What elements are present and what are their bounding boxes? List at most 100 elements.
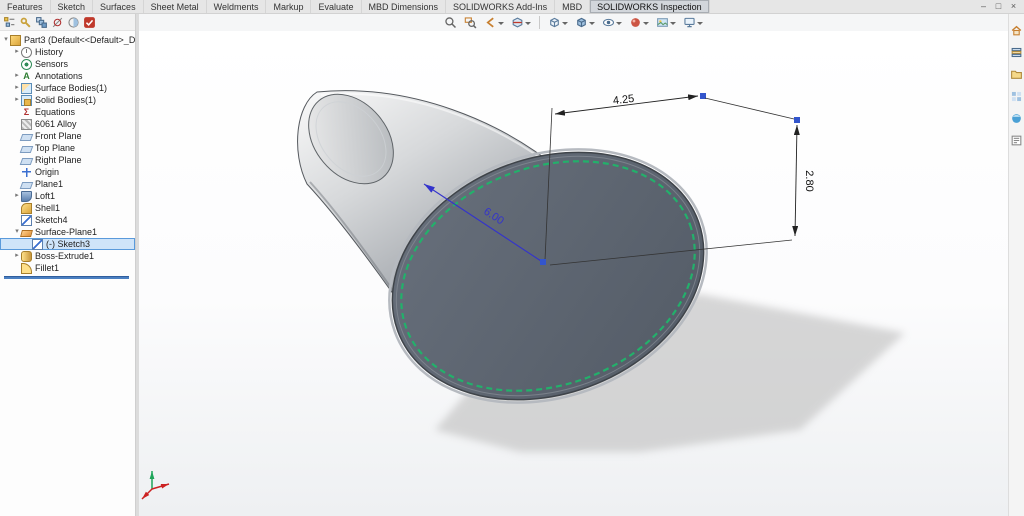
- view-orientation-icon: [548, 16, 561, 29]
- view-orientation-button[interactable]: [546, 15, 570, 30]
- task-pane-file-explorer[interactable]: [1010, 68, 1023, 81]
- dropdown-caret-icon[interactable]: [643, 22, 649, 28]
- tree-item-sketch3[interactable]: (-) Sketch3: [0, 238, 135, 250]
- zoom-to-fit-button[interactable]: [442, 15, 459, 30]
- dimension-height-text[interactable]: 2.80: [803, 170, 815, 191]
- expand-arrow-icon[interactable]: ▸: [13, 250, 21, 262]
- tree-item-history[interactable]: ▸History: [0, 46, 135, 58]
- expand-arrow-icon[interactable]: ▾: [2, 34, 10, 46]
- custom-properties-icon: [1010, 134, 1023, 147]
- tree-item-boss-extrude1[interactable]: ▸Boss-Extrude1: [0, 250, 135, 262]
- dropdown-caret-icon[interactable]: [562, 22, 568, 28]
- plane-icon: [20, 182, 34, 189]
- tab-mbd[interactable]: MBD: [555, 0, 590, 13]
- tree-item-top-plane[interactable]: Top Plane: [0, 142, 135, 154]
- hide-show-items-button[interactable]: [600, 15, 624, 30]
- tree-item-surface-bodies-1[interactable]: ▸Surface Bodies(1): [0, 82, 135, 94]
- feature-tree-panel: ▾Part3 (Default<<Default>_Display State …: [0, 31, 135, 516]
- panel-tab-inspection[interactable]: [83, 16, 96, 29]
- tree-item-right-plane[interactable]: Right Plane: [0, 154, 135, 166]
- tree-item-plane1[interactable]: Plane1: [0, 178, 135, 190]
- tab-sketch[interactable]: Sketch: [51, 0, 94, 13]
- command-tab-bar: FeaturesSketchSurfacesSheet MetalWeldmen…: [0, 0, 1024, 14]
- section-view-icon: [511, 16, 524, 29]
- panel-tab-configurationmanager[interactable]: [35, 16, 48, 29]
- tree-item-annotations[interactable]: ▸Annotations: [0, 70, 135, 82]
- viewport[interactable]: 4.25 2.80 6.00: [139, 31, 1008, 516]
- tree-item-label: Shell1: [35, 203, 60, 213]
- panel-tab-displaymanager[interactable]: [67, 16, 80, 29]
- tree-item-front-plane[interactable]: Front Plane: [0, 130, 135, 142]
- tree-item-surface-plane1[interactable]: ▾Surface-Plane1: [0, 226, 135, 238]
- panel-tab-propertymanager[interactable]: [19, 16, 32, 29]
- tree-item-origin[interactable]: Origin: [0, 166, 135, 178]
- task-pane-solidworks-resources[interactable]: [1010, 24, 1023, 37]
- tree-item-sensors[interactable]: Sensors: [0, 58, 135, 70]
- tree-item-equations[interactable]: Equations: [0, 106, 135, 118]
- expand-arrow-icon[interactable]: ▸: [13, 94, 21, 106]
- view-settings-button[interactable]: [681, 15, 705, 30]
- dropdown-caret-icon[interactable]: [589, 22, 595, 28]
- close-button[interactable]: ×: [1006, 0, 1021, 13]
- solid-folder-icon: [21, 95, 32, 106]
- zoom-to-area-icon: [464, 16, 477, 29]
- dropdown-caret-icon[interactable]: [697, 22, 703, 28]
- tab-mbd-dimensions[interactable]: MBD Dimensions: [362, 0, 447, 13]
- expand-arrow-icon[interactable]: ▸: [13, 190, 21, 202]
- inspection-icon: [83, 16, 96, 29]
- tree-item-label: 6061 Alloy: [35, 119, 77, 129]
- tree-item-loft1[interactable]: ▸Loft1: [0, 190, 135, 202]
- tab-surfaces[interactable]: Surfaces: [93, 0, 144, 13]
- dimension-width-text[interactable]: 4.25: [612, 93, 635, 108]
- tab-solidworks-add-ins[interactable]: SOLIDWORKS Add-Ins: [446, 0, 555, 13]
- dropdown-caret-icon[interactable]: [616, 22, 622, 28]
- tree-item-part3-default-default-display-state-1[interactable]: ▾Part3 (Default<<Default>_Display State …: [0, 34, 135, 46]
- previous-view-button[interactable]: [482, 15, 506, 30]
- tree-item-sketch4[interactable]: Sketch4: [0, 214, 135, 226]
- model-canvas[interactable]: 4.25 2.80 6.00: [139, 31, 1008, 516]
- expand-arrow-icon[interactable]: ▸: [13, 70, 21, 82]
- minimize-button[interactable]: –: [976, 0, 991, 13]
- apply-scene-button[interactable]: [654, 15, 678, 30]
- task-pane-view-palette[interactable]: [1010, 90, 1023, 103]
- dropdown-caret-icon[interactable]: [670, 22, 676, 28]
- task-pane-custom-properties[interactable]: [1010, 134, 1023, 147]
- sketch-center-handle[interactable]: [540, 259, 546, 265]
- display-style-button[interactable]: [573, 15, 597, 30]
- zoom-to-area-button[interactable]: [462, 15, 479, 30]
- extrude-icon: [21, 251, 32, 262]
- dropdown-caret-icon[interactable]: [525, 22, 531, 28]
- tab-features[interactable]: Features: [0, 0, 51, 13]
- restore-button[interactable]: □: [991, 0, 1006, 13]
- dimension-line-height[interactable]: [795, 125, 797, 236]
- tree-item-label: (-) Sketch3: [46, 239, 90, 249]
- tree-item-label: Top Plane: [35, 143, 75, 153]
- task-pane-appearances-scenes[interactable]: [1010, 112, 1023, 125]
- window-controls: –□×: [976, 0, 1024, 13]
- tree-item-fillet1[interactable]: Fillet1: [0, 262, 135, 274]
- task-pane-design-library[interactable]: [1010, 46, 1023, 59]
- dropdown-caret-icon[interactable]: [498, 22, 504, 28]
- panel-tab-featuremanager[interactable]: [3, 16, 16, 29]
- tree-item-6061-alloy[interactable]: 6061 Alloy: [0, 118, 135, 130]
- panel-tab-dimxpertmanager[interactable]: [51, 16, 64, 29]
- edit-appearance-button[interactable]: [627, 15, 651, 30]
- tab-solidworks-inspection[interactable]: SOLIDWORKS Inspection: [590, 0, 710, 13]
- propertymanager-icon: [19, 16, 32, 29]
- fillet-icon: [21, 263, 32, 274]
- section-view-button[interactable]: [509, 15, 533, 30]
- tab-sheet-metal[interactable]: Sheet Metal: [144, 0, 207, 13]
- tree-item-solid-bodies-1[interactable]: ▸Solid Bodies(1): [0, 94, 135, 106]
- expand-arrow-icon[interactable]: ▸: [13, 82, 21, 94]
- rollback-bar[interactable]: [4, 276, 129, 279]
- expand-arrow-icon[interactable]: ▸: [13, 46, 21, 58]
- solidworks-window: FeaturesSketchSurfacesSheet MetalWeldmen…: [0, 0, 1024, 516]
- sketch-icon: [21, 215, 32, 226]
- tree-item-shell1[interactable]: Shell1: [0, 202, 135, 214]
- dimension-handle[interactable]: [794, 117, 800, 123]
- tab-weldments[interactable]: Weldments: [207, 0, 267, 13]
- plane-icon: [20, 134, 34, 141]
- loft-icon: [21, 191, 32, 202]
- tab-markup[interactable]: Markup: [266, 0, 311, 13]
- tab-evaluate[interactable]: Evaluate: [311, 0, 361, 13]
